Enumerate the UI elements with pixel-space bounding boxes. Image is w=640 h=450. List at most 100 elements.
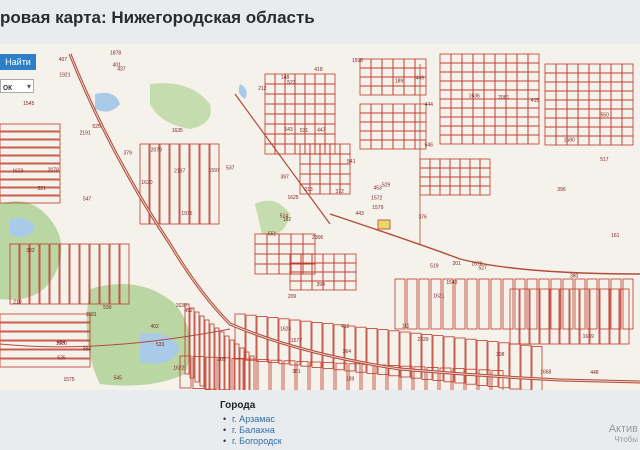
cities-section: Города г. Арзамас г. Балахна г. Богородс… — [220, 400, 282, 447]
plot-number-label: 148 — [281, 75, 290, 81]
plot-number-label: 1597 — [209, 168, 220, 174]
city-link[interactable]: г. Балахна — [223, 425, 282, 436]
plot-number-label: 2306 — [312, 235, 323, 241]
city-link[interactable]: г. Арзамас — [223, 414, 282, 425]
plot-number-label: 364 — [343, 349, 352, 355]
plot-number-label: 189 — [346, 377, 355, 383]
plot-number-label: 1622 — [173, 366, 184, 372]
plot-number-label: 543 — [284, 127, 293, 133]
plot-number-label: 1620 — [141, 180, 152, 186]
layer-select[interactable]: ок ▾ — [0, 79, 34, 93]
plot-number-label: 1625 — [287, 195, 298, 201]
plot-number-label: 376 — [418, 215, 427, 221]
plot-number-label: 1670 — [471, 261, 482, 267]
plot-number-label: 1621 — [433, 293, 444, 299]
plot-number-label: 407 — [59, 57, 68, 63]
plot-number-label: 531 — [300, 128, 309, 134]
plot-number-label: 521 — [38, 186, 47, 192]
page-title: ровая карта: Нижегородская область — [0, 8, 315, 27]
watermark-line2: Чтобы — [614, 435, 638, 444]
plot-number-label: 550 — [601, 112, 610, 118]
plot-number-label: 1636 — [469, 94, 480, 100]
plot-number-label: 1635 — [172, 128, 183, 134]
plot-number-label: 525 — [92, 124, 101, 130]
map-canvas[interactable]: 2306219118245445345244944744444343744854… — [0, 44, 640, 390]
plot-number-label: 1545 — [23, 101, 34, 107]
plot-number-label: 2329 — [417, 337, 428, 343]
plot-number-label: 1975 — [181, 211, 192, 217]
plot-number-label: 398 — [496, 352, 505, 358]
selected-parcel — [377, 219, 391, 230]
plot-number-label: 1630 — [176, 303, 187, 309]
plot-number-label: 396 — [557, 187, 566, 193]
plot-number-label: 161 — [611, 233, 620, 239]
plot-number-label: 551 — [268, 232, 277, 238]
plot-number-label: 394 — [317, 282, 326, 288]
plot-number-label: 2191 — [80, 131, 91, 137]
plot-number-label: 539 — [103, 305, 112, 311]
plot-number-label: 444 — [425, 102, 434, 108]
plot-number-label: 209 — [288, 294, 297, 300]
plot-number-label: 213 — [304, 187, 313, 193]
plot-number-label: 529 — [382, 183, 391, 189]
plot-number-label: 449 — [416, 75, 425, 81]
plot-number-label: 448 — [590, 370, 599, 376]
layer-select-value: ок — [3, 82, 12, 92]
plot-number-label: 1920 — [56, 341, 67, 347]
plot-number-label: 1579 — [372, 205, 383, 211]
plot-number-label: 1668 — [540, 370, 551, 376]
city-link[interactable]: г. Богородск — [223, 436, 282, 447]
plot-number-label: 210 — [13, 300, 22, 306]
plot-number-label: 545 — [114, 375, 123, 381]
plot-number-label: 384 — [83, 347, 92, 353]
plot-number-label: 1669 — [583, 334, 594, 340]
plot-number-label: 381 — [292, 369, 301, 375]
cadastral-map[interactable]: 2306 2191 182 454 453 452 449 447 444 443 437 448 54… — [0, 44, 640, 390]
plot-number-label: 382 — [26, 248, 35, 254]
plot-number-label: 1921 — [59, 73, 70, 79]
plot-number-label: 379 — [124, 150, 133, 156]
plot-number-label: 415 — [531, 98, 540, 104]
plot-number-label: 418 — [314, 67, 323, 73]
find-button[interactable]: Найти — [0, 54, 36, 70]
plot-number-label: 533 — [156, 342, 165, 348]
plot-number-label: 443 — [355, 211, 364, 217]
plot-number-label: 1580 — [564, 137, 575, 143]
plot-number-label: 453 — [373, 186, 382, 192]
plot-number-label: 205 — [217, 357, 226, 363]
plot-number-label: 1623 — [12, 169, 23, 175]
plot-number-label: 380 — [570, 274, 579, 280]
plot-number-label: 535 — [57, 356, 66, 362]
plot-number-label: 519 — [430, 263, 439, 269]
plot-number-label: 111 — [402, 324, 410, 330]
plot-number-label: 2079 — [151, 148, 162, 154]
plot-number-label: 212 — [258, 86, 267, 92]
plot-number-label: 1543 — [446, 280, 457, 286]
plot-number-label: 1581 — [86, 312, 97, 318]
plot-number-label: 546 — [425, 143, 434, 149]
plot-number-label: 412 — [341, 324, 350, 330]
plot-number-label: 514 — [280, 214, 289, 220]
plot-number-label: 517 — [600, 157, 609, 163]
chevron-down-icon: ▾ — [26, 82, 31, 91]
plot-number-label: 397 — [281, 174, 290, 180]
plot-number-label: 1575 — [63, 377, 74, 383]
cities-list: г. Арзамас г. Балахна г. Богородск — [220, 414, 282, 447]
watermark-line1: Актив — [608, 423, 638, 435]
plot-number-label: 2078 — [48, 167, 59, 173]
plot-number-label: 447 — [317, 128, 326, 134]
plot-number-label: 547 — [83, 197, 92, 203]
plot-number-label: 1577 — [291, 338, 302, 344]
plot-number-label: 189 — [395, 78, 404, 84]
plot-number-label: 402 — [150, 324, 159, 330]
plot-number-label: 541 — [347, 159, 356, 165]
cities-title: Города — [220, 400, 256, 411]
plot-number-label: 1572 — [371, 196, 382, 202]
plot-number-label: 537 — [226, 166, 235, 172]
plot-number-label: 1624 — [280, 327, 291, 333]
activation-watermark: Актив Чтобы — [609, 423, 638, 444]
plot-number-label: 201 — [453, 261, 462, 267]
plot-number-label: 1596 — [352, 58, 363, 64]
plot-number-label: 372 — [335, 189, 344, 195]
plot-number-label: 2197 — [174, 169, 185, 175]
